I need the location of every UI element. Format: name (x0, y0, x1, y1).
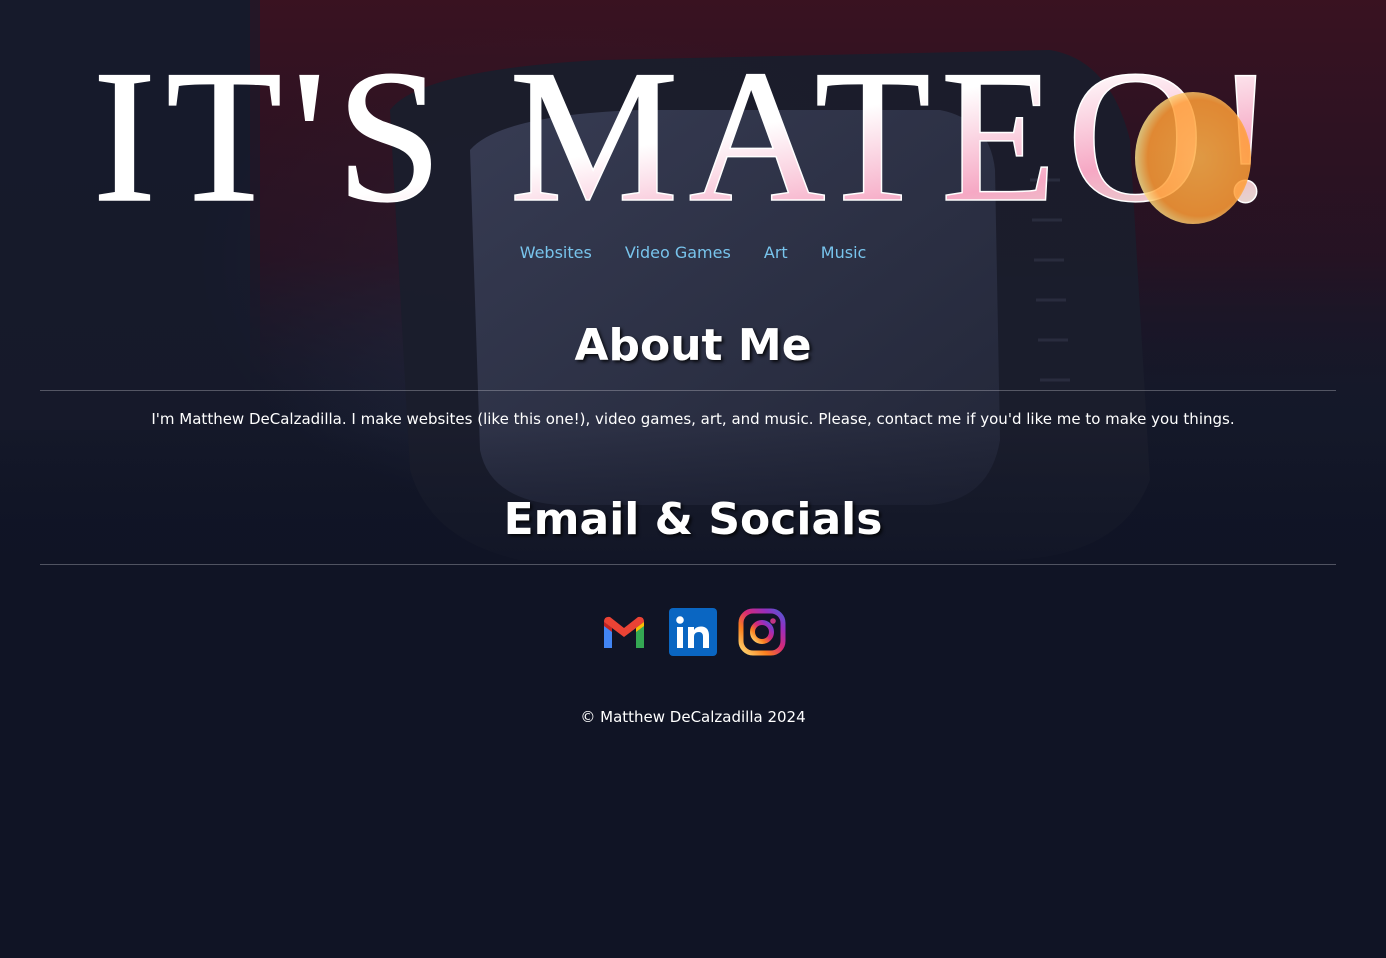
gmail-link[interactable] (600, 608, 648, 656)
socials-heading: Email & Socials (503, 494, 883, 545)
nav-music[interactable]: Music (821, 243, 867, 262)
gmail-icon (604, 616, 644, 648)
hero-title: IT'S MATEO! (0, 28, 1386, 228)
about-text: I'm Matthew DeCalzadilla. I make website… (151, 410, 1235, 428)
title-o-accent (1135, 92, 1251, 224)
linkedin-icon (669, 608, 717, 656)
about-heading: About Me (574, 320, 812, 371)
nav-websites[interactable]: Websites (520, 243, 592, 262)
instagram-icon (738, 608, 786, 656)
hero-title-text: IT'S MATEO! (93, 32, 1287, 228)
page: IT'S MATEO! Websites Video Games Art Mus… (0, 0, 1386, 958)
hero-title-graphic: IT'S MATEO! (92, 31, 1287, 228)
socials-divider (40, 564, 1336, 565)
footer-copyright: © Matthew DeCalzadilla 2024 (580, 708, 806, 726)
nav-video-games[interactable]: Video Games (625, 243, 731, 262)
about-divider (40, 390, 1336, 391)
main-nav: Websites Video Games Art Music (0, 243, 1386, 262)
social-links (0, 608, 1386, 656)
nav-art[interactable]: Art (764, 243, 788, 262)
instagram-link[interactable] (738, 608, 786, 656)
linkedin-link[interactable] (669, 608, 717, 656)
